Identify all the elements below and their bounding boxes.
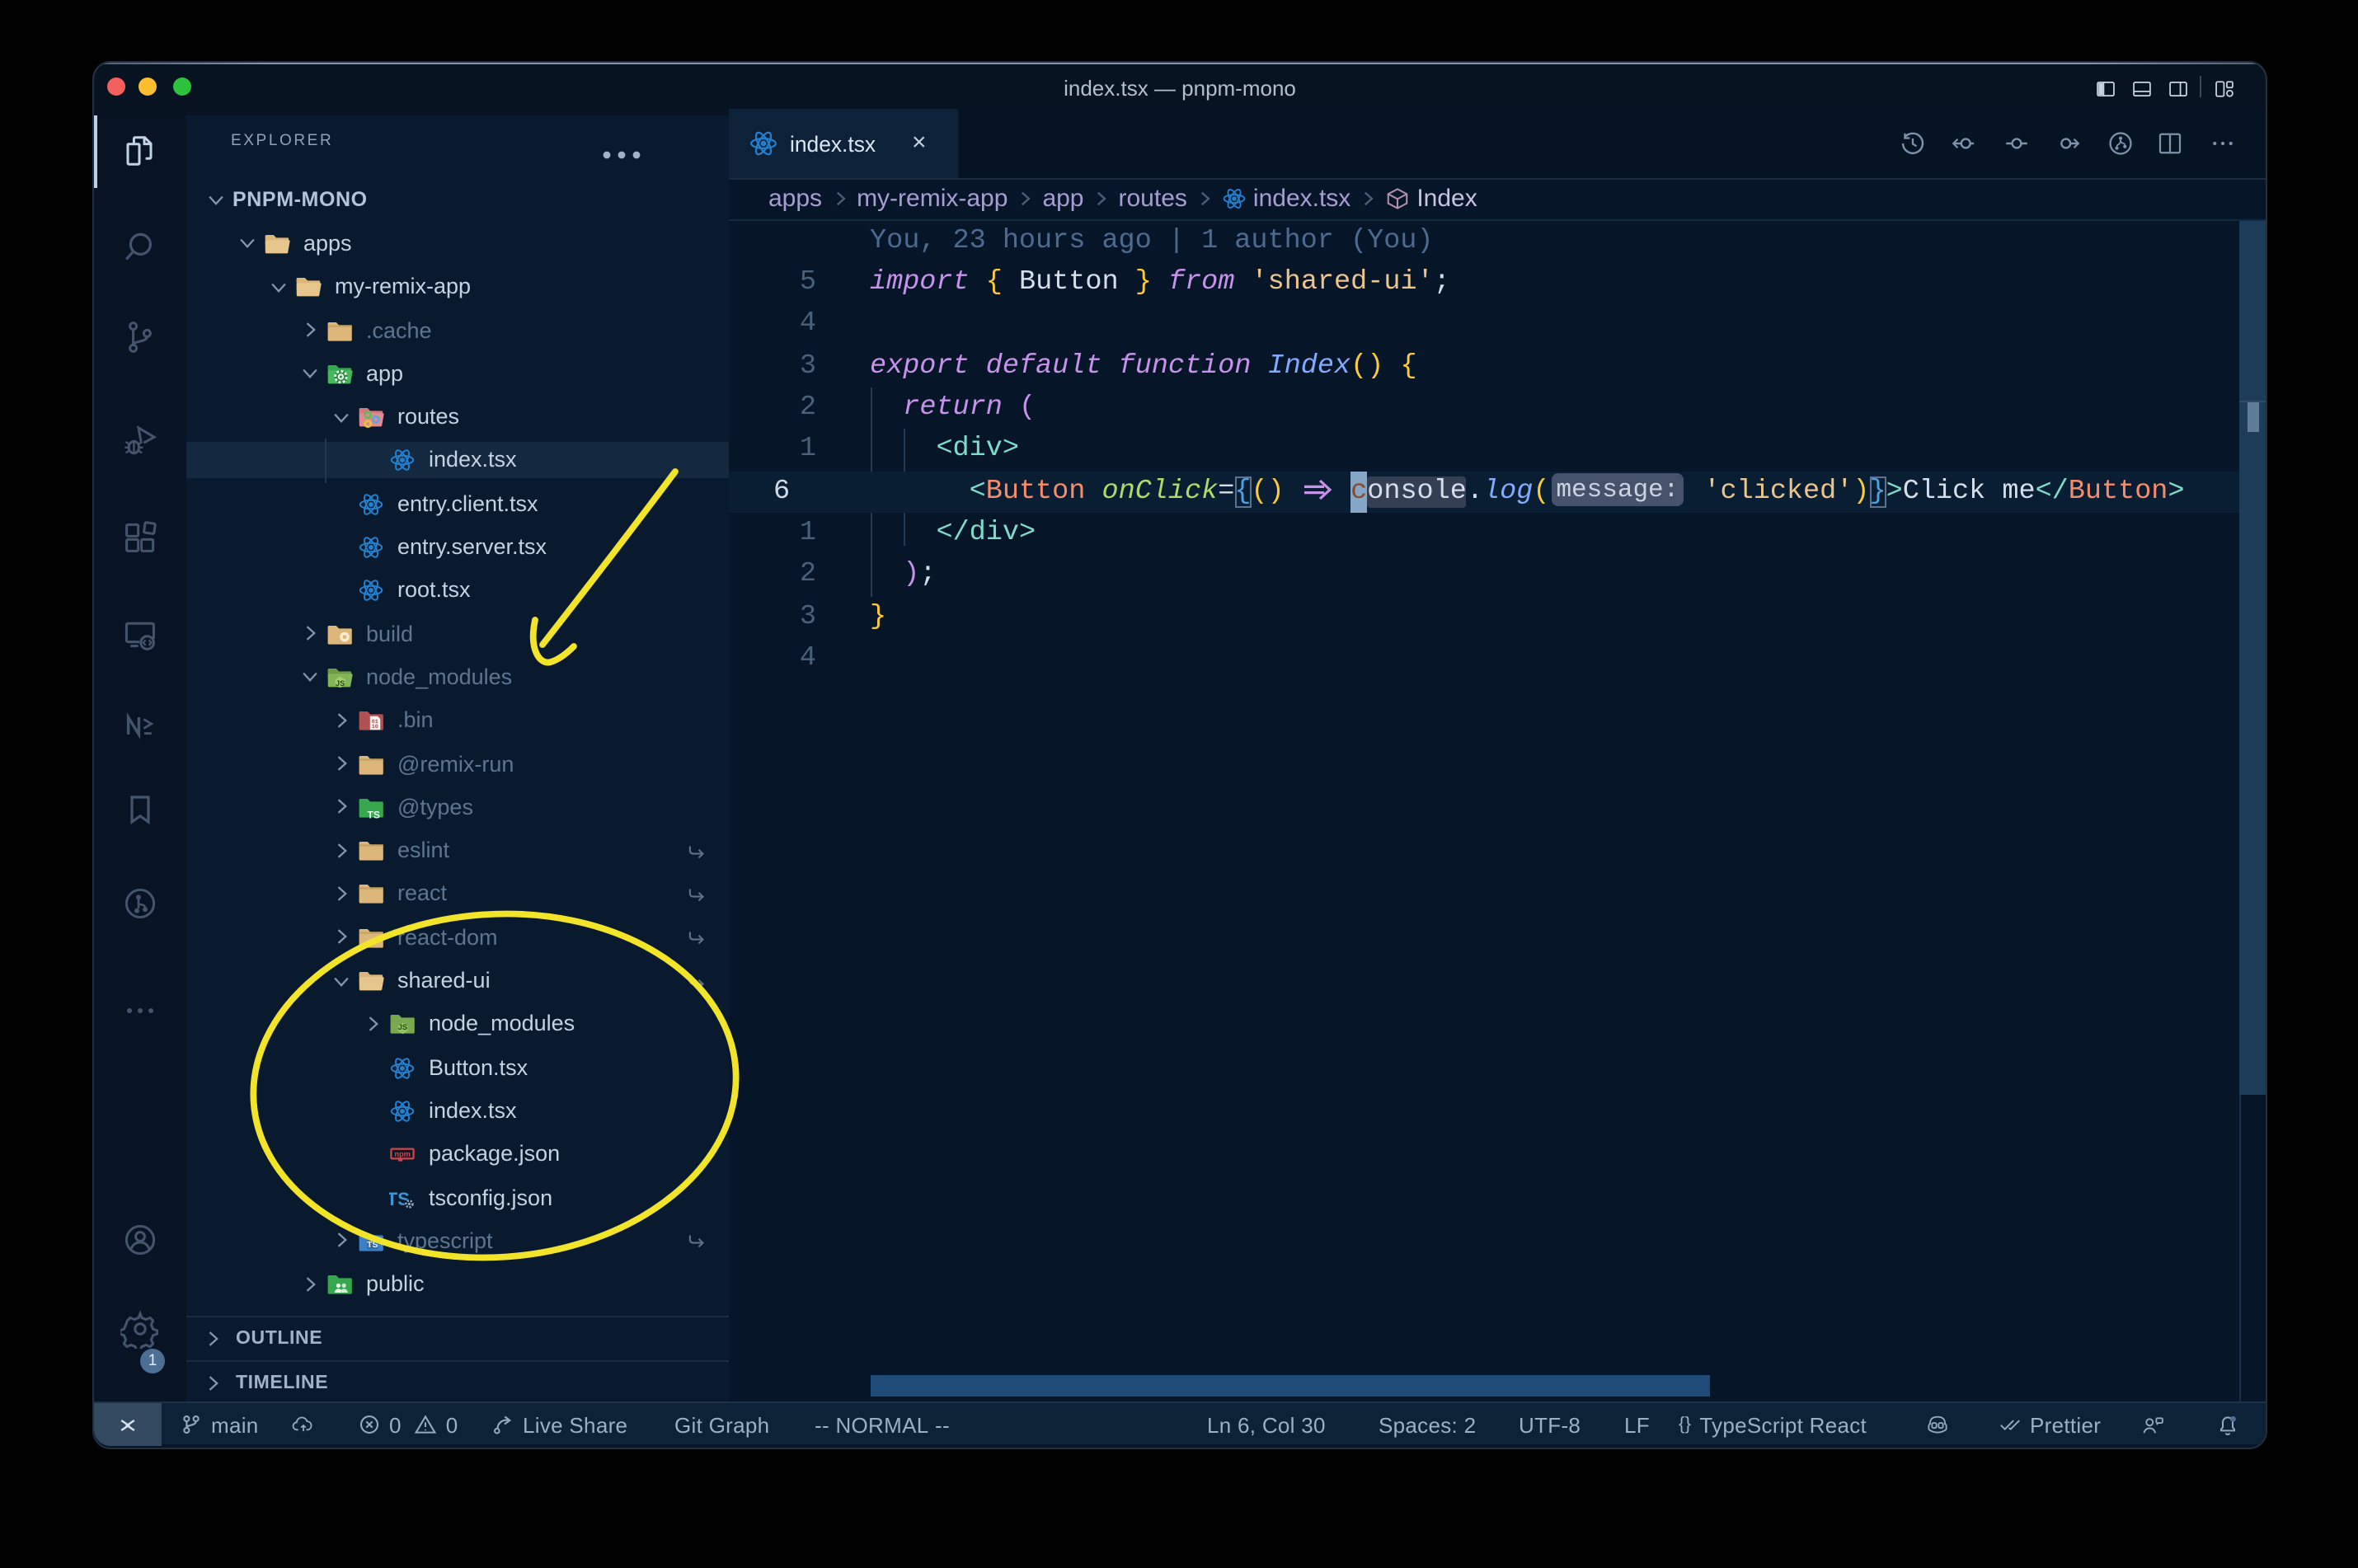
svg-text:TS: TS [367,1241,378,1250]
svg-text:JS: JS [398,1024,407,1032]
svg-text:JS: JS [336,679,345,688]
svg-text:npm: npm [394,1151,410,1159]
svg-text:TS: TS [368,809,380,820]
svg-text:10: 10 [372,725,378,731]
